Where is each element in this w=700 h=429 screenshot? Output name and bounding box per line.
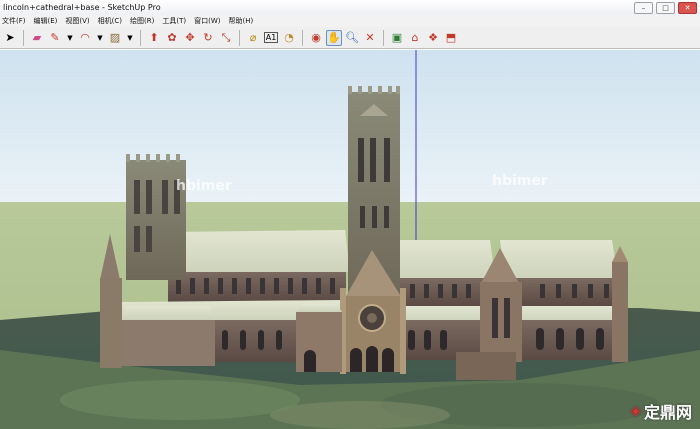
minimize-button[interactable]: –	[634, 2, 653, 14]
model-viewport[interactable]: hbimer hbimer ◈ 定鼎网	[0, 50, 700, 429]
scale-tool-button[interactable]: ⤡	[218, 30, 234, 46]
toolbar-divider	[140, 29, 141, 46]
menu-tools[interactable]: 工具(T)	[162, 15, 186, 27]
menu-view[interactable]: 视图(V)	[65, 15, 89, 27]
components-button[interactable]: ▣	[389, 30, 405, 46]
window-title: lincoln+cathedral+base - SketchUp Pro	[3, 3, 161, 12]
menu-window[interactable]: 窗口(W)	[194, 15, 220, 27]
watermark-text-right: hbimer	[492, 173, 548, 189]
shape-dropdown-button[interactable]: ▼	[125, 30, 135, 46]
components-icon: ▣	[391, 31, 403, 44]
maximize-button[interactable]: □	[656, 2, 675, 14]
arc-tool-button[interactable]: ◠	[77, 30, 93, 46]
followme-icon: ✿	[167, 31, 177, 44]
east-end	[612, 262, 628, 362]
menu-edit[interactable]: 编辑(E)	[34, 15, 58, 27]
site-logo-icon: ◈	[630, 403, 641, 419]
chapter-house	[120, 320, 215, 366]
eraser-icon: ▰	[32, 31, 42, 44]
orbit-icon: ◉	[311, 31, 321, 44]
front-building	[456, 352, 516, 380]
pencil-icon: ✎	[50, 31, 60, 44]
rectangle-tool-button[interactable]: ▨	[107, 30, 123, 46]
title-bar: lincoln+cathedral+base - SketchUp Pro – …	[0, 0, 700, 16]
menu-help[interactable]: 帮助(H)	[228, 15, 253, 27]
site-watermark: ◈ 定鼎网	[630, 399, 692, 423]
arc-tool-button[interactable]: ▼	[65, 30, 75, 46]
east-roof	[500, 240, 618, 280]
south-transept	[296, 312, 342, 372]
toolbar-divider	[302, 29, 303, 46]
toolbar: ➤ ▰ ✎ ▼ ◠ ▼ ▨ ▼ ⬆ ✿ ✥ ↻ ⤡ ⌀ A1 ◔ ◉ ✋ 🔍︎ …	[0, 27, 700, 49]
get-models-button[interactable]: ❖	[425, 30, 441, 46]
arrow-icon: ➤	[5, 31, 15, 44]
chevron-down-icon: ▼	[97, 33, 103, 42]
move-tool-button[interactable]: ✥	[182, 30, 198, 46]
follow-me-tool-button[interactable]: ✿	[164, 30, 180, 46]
share-model-button[interactable]: ⬒	[443, 30, 459, 46]
zoom-tool-button[interactable]: 🔍︎	[344, 30, 360, 46]
east-transept	[480, 282, 522, 362]
warehouse-icon: ⌂	[411, 31, 419, 44]
chevron-down-icon: ▼	[67, 33, 73, 42]
cathedral-model-scene	[0, 50, 700, 429]
tape-icon: ⌀	[249, 31, 257, 44]
watermark-text-left: hbimer	[176, 178, 232, 194]
arc-dropdown-button[interactable]: ▼	[95, 30, 105, 46]
warehouse-button[interactable]: ⌂	[407, 30, 423, 46]
menu-camera[interactable]: 相机(C)	[98, 15, 122, 27]
menu-draw[interactable]: 绘图(R)	[130, 15, 154, 27]
nave-roof-right	[400, 240, 495, 280]
chevron-down-icon: ▼	[127, 33, 133, 42]
pan-icon: ✋	[327, 31, 341, 44]
pushpull-icon: ⬆	[149, 31, 159, 44]
rotate-tool-button[interactable]: ↻	[200, 30, 216, 46]
arc-icon: ◠	[80, 31, 90, 44]
tape-measure-tool-button[interactable]: ⌀	[245, 30, 261, 46]
menu-bar: 文件(F) 编辑(E) 视图(V) 相机(C) 绘图(R) 工具(T) 窗口(W…	[0, 15, 700, 27]
rectangle-icon: ▨	[109, 31, 121, 44]
toolbar-divider	[23, 29, 24, 46]
move-icon: ✥	[185, 31, 195, 44]
rotate-icon: ↻	[203, 31, 213, 44]
nw-pinnacle-tower	[100, 278, 122, 368]
zoom-extents-tool-button[interactable]: ✕	[362, 30, 378, 46]
eraser-tool-button[interactable]: ▰	[29, 30, 45, 46]
nave-roof-left	[168, 230, 350, 274]
pencil-tool-button[interactable]: ✎	[47, 30, 63, 46]
zoom-extents-icon: ✕	[365, 31, 375, 44]
window-controls: – □ ✕	[634, 2, 697, 14]
pan-tool-button[interactable]: ✋	[326, 29, 342, 46]
orbit-tool-button[interactable]: ◉	[308, 30, 324, 46]
text-tool-button[interactable]: A1	[263, 30, 279, 46]
push-pull-tool-button[interactable]: ⬆	[146, 30, 162, 46]
close-button[interactable]: ✕	[678, 2, 697, 14]
site-watermark-text: 定鼎网	[643, 403, 692, 422]
toolbar-divider	[383, 29, 384, 46]
get-models-icon: ❖	[428, 31, 438, 44]
share-icon: ⬒	[445, 31, 457, 44]
paint-bucket-tool-button[interactable]: ◔	[281, 30, 297, 46]
select-tool-button[interactable]: ➤	[2, 30, 18, 46]
menu-file[interactable]: 文件(F)	[2, 15, 26, 27]
toolbar-divider	[239, 29, 240, 46]
paint-icon: ◔	[284, 31, 294, 44]
text-icon: A1	[263, 32, 279, 43]
scale-icon: ⤡	[221, 30, 231, 44]
zoom-icon: 🔍︎	[345, 31, 359, 44]
